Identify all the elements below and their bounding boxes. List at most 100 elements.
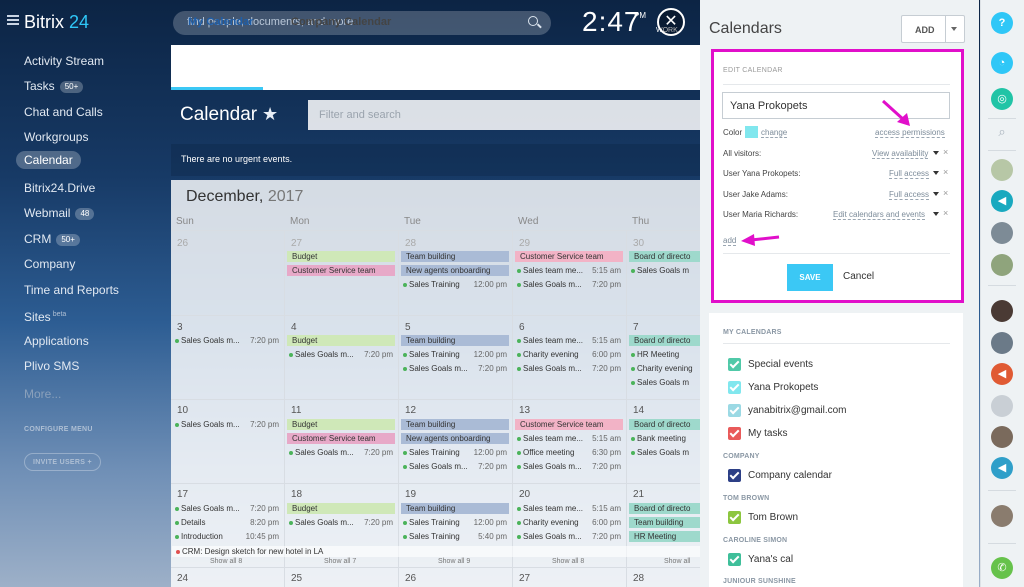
calendar-event[interactable]: Sales Goals m... 7:20 pm <box>173 503 281 514</box>
show-all-link[interactable]: Show all 9 <box>438 558 470 565</box>
calendar-event[interactable]: HR Meeting <box>629 349 700 360</box>
calendar-event[interactable]: Sales Goals m... 7:20 pm <box>401 363 509 374</box>
calendar-event[interactable]: Sales Goals m <box>629 377 700 388</box>
search-icon[interactable]: ⌕ <box>991 121 1013 143</box>
avatar[interactable] <box>991 254 1013 276</box>
avatar[interactable] <box>991 300 1013 322</box>
calendar-event[interactable]: New agents onboarding <box>401 265 509 276</box>
checkbox[interactable] <box>728 427 741 440</box>
help-icon[interactable]: ? <box>991 12 1013 34</box>
calendar-event[interactable]: Charity evening <box>629 363 700 374</box>
permission-level-dropdown[interactable]: Full access <box>889 169 930 179</box>
calendar-event[interactable]: Sales Goals m... 7:20 pm <box>401 461 509 472</box>
date-number[interactable]: 17 <box>177 489 188 500</box>
chevron-down-icon[interactable] <box>933 171 939 175</box>
app-logo[interactable]: Bitrix 24 <box>24 12 89 33</box>
invite-users-button[interactable]: INVITE USERS + <box>24 453 101 471</box>
menu-item-webmail[interactable]: Webmail 48 <box>24 204 95 222</box>
calendar-event[interactable]: Board of directo <box>629 335 700 346</box>
date-number[interactable]: 13 <box>519 405 530 416</box>
checkbox[interactable] <box>728 553 741 566</box>
configure-menu-link[interactable]: CONFIGURE MENU <box>24 421 93 439</box>
calendar-event[interactable]: Board of directo <box>629 251 700 262</box>
date-number[interactable]: 20 <box>519 489 530 500</box>
calendar-event[interactable]: HR Meeting <box>629 531 700 542</box>
show-all-link[interactable]: Show all 8 <box>552 558 584 565</box>
menu-item-activity-stream[interactable]: Activity Stream <box>24 52 104 70</box>
date-number[interactable]: 25 <box>291 573 302 584</box>
checkbox[interactable] <box>728 511 741 524</box>
date-number[interactable]: 27 <box>291 238 302 249</box>
access-permissions-link[interactable]: access permissions <box>875 128 945 138</box>
chevron-down-icon[interactable] <box>933 212 939 216</box>
calendar-event[interactable]: Team building <box>401 251 509 262</box>
calendar-item-tom-brown[interactable]: Tom Brown <box>728 511 798 524</box>
date-number[interactable]: 6 <box>519 322 525 333</box>
remove-icon[interactable]: × <box>943 147 948 157</box>
calendar-event[interactable]: Budget <box>287 419 395 430</box>
date-number[interactable]: 4 <box>291 322 297 333</box>
avatar[interactable] <box>991 222 1013 244</box>
menu-item-more[interactable]: More... <box>24 385 61 403</box>
clock[interactable]: 2:47 <box>582 6 641 38</box>
megaphone-icon[interactable]: ◀ <box>991 363 1013 385</box>
calendar-event[interactable]: Budget <box>287 335 395 346</box>
avatar[interactable] <box>991 426 1013 448</box>
calendar-event[interactable]: Board of directo <box>629 419 700 430</box>
calendar-item-yana[interactable]: Yana Prokopets <box>728 381 818 394</box>
tab-my-calendar[interactable]: My Calendar <box>188 16 253 28</box>
menu-item-applications[interactable]: Applications <box>24 332 89 350</box>
calendar-name-input[interactable]: Yana Prokopets <box>722 92 950 119</box>
calendar-item-yanas-cal[interactable]: Yana's cal <box>728 553 793 566</box>
date-number[interactable]: 28 <box>405 238 416 249</box>
permission-level-dropdown[interactable]: View availability <box>872 149 929 159</box>
date-number[interactable]: 18 <box>291 489 302 500</box>
calendar-event[interactable]: Customer Service team <box>515 419 623 430</box>
date-number[interactable]: 26 <box>177 238 188 249</box>
checkbox[interactable] <box>728 381 741 394</box>
calendar-event[interactable]: Sales Goals m... 7:20 pm <box>173 419 281 430</box>
calendar-event[interactable]: New agents onboarding <box>401 433 509 444</box>
show-all-link[interactable]: Show all 7 <box>324 558 356 565</box>
menu-item-tasks[interactable]: Tasks 50+ <box>24 77 84 95</box>
calendar-event[interactable]: Sales Goals m... 7:20 pm <box>173 335 281 346</box>
calendar-event[interactable]: Sales Training 12:00 pm <box>401 349 509 360</box>
calendar-event[interactable]: Sales Goals m <box>629 265 700 276</box>
megaphone-icon[interactable]: ◀ <box>991 190 1013 212</box>
date-number[interactable]: 28 <box>633 573 644 584</box>
menu-item-chat-calls[interactable]: Chat and Calls <box>24 103 103 121</box>
menu-item-calendar[interactable]: Calendar <box>16 151 81 169</box>
calendar-event[interactable]: Sales Training 12:00 pm <box>401 279 509 290</box>
date-number[interactable]: 14 <box>633 405 644 416</box>
avatar[interactable] <box>991 505 1013 527</box>
close-slider-button[interactable]: ✕ <box>657 8 685 36</box>
date-number[interactable]: 19 <box>405 489 416 500</box>
change-color-link[interactable]: change <box>761 128 788 138</box>
date-number[interactable]: 26 <box>405 573 416 584</box>
menu-item-plivo-sms[interactable]: Plivo SMS <box>24 357 79 375</box>
date-number[interactable]: 24 <box>177 573 188 584</box>
save-button[interactable]: SAVE <box>787 264 833 291</box>
megaphone-icon[interactable]: ◀ <box>991 457 1013 479</box>
date-number[interactable]: 5 <box>405 322 411 333</box>
date-number[interactable]: 7 <box>633 322 639 333</box>
calendar-event[interactable]: Team building <box>401 419 509 430</box>
checkbox[interactable] <box>728 404 741 417</box>
add-permission-link[interactable]: add <box>723 236 737 246</box>
calendar-event[interactable]: Sales Goals m... 7:20 pm <box>287 349 395 360</box>
bell-icon[interactable]: ◔ <box>991 52 1013 74</box>
calendar-item-gmail[interactable]: yanabitrix@gmail.com <box>728 404 847 417</box>
date-number[interactable]: 30 <box>633 238 644 249</box>
calendar-event[interactable]: Team building <box>401 503 509 514</box>
show-all-link[interactable]: Show all 8 <box>210 558 242 565</box>
calendar-event[interactable]: Sales team me... 5:15 am <box>515 503 623 514</box>
calendar-event[interactable]: Sales Goals m <box>629 447 700 458</box>
calendar-event[interactable]: Budget <box>287 503 395 514</box>
permission-level-dropdown[interactable]: Full access <box>889 190 930 200</box>
calendar-event[interactable]: Charity evening 6:00 pm <box>515 517 623 528</box>
phone-icon[interactable]: ✆ <box>991 557 1013 579</box>
menu-toggle-icon[interactable] <box>7 15 19 25</box>
menu-item-crm[interactable]: CRM 50+ <box>24 230 80 248</box>
menu-item-sites[interactable]: Sites beta <box>24 306 66 324</box>
checkbox[interactable] <box>728 358 741 371</box>
